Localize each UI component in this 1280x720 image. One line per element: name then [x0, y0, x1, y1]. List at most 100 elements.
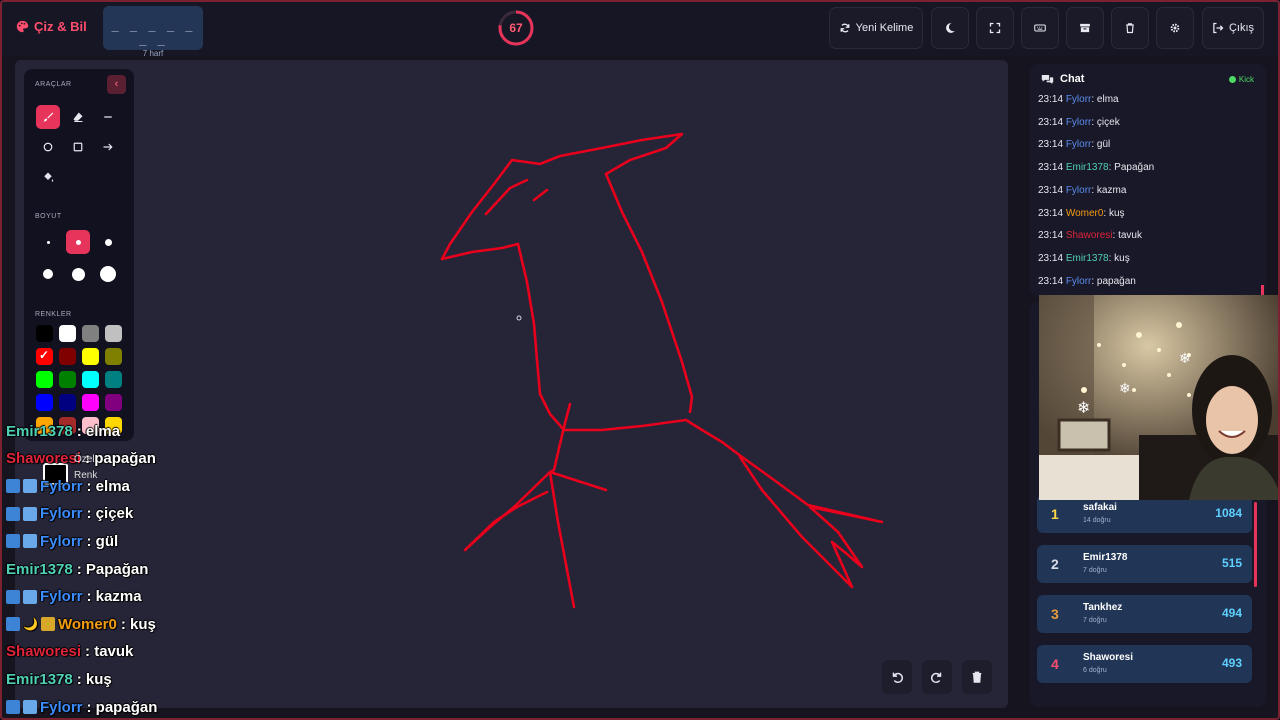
size-l[interactable] [36, 262, 60, 286]
color-swatch[interactable] [82, 325, 99, 342]
chat-message: 23:14 Fylorr: elma [1038, 94, 1119, 105]
overlay-message: : tavuk [85, 643, 134, 661]
player-score: 494 [1221, 606, 1242, 620]
user-badge-icon [23, 506, 37, 521]
overlay-username: Fylorr [40, 505, 83, 523]
user-badge-icon [6, 589, 20, 604]
chat-time: 23:14 [1038, 230, 1064, 242]
color-swatch[interactable] [59, 325, 76, 342]
user-badge-icon [6, 617, 20, 632]
user-badge-icon [6, 506, 20, 521]
color-swatch[interactable] [36, 371, 53, 388]
stroke-foot-front [463, 470, 552, 552]
expand-icon [989, 22, 1001, 34]
color-swatch[interactable] [82, 348, 99, 365]
correct-count: 14 doğru [1083, 517, 1111, 524]
rank-number: 4 [1051, 656, 1059, 672]
leaderboard-row: 1 safakai 14 doğru 1084 [1037, 495, 1252, 533]
drawing-canvas[interactable] [15, 60, 1008, 708]
player-name: Emir1378 [1083, 552, 1128, 563]
chat-text: : kuş [1103, 207, 1125, 219]
chat-panel: Chat Kick 23:14 Fylorr: elma 23:14 Fylorr… [1030, 64, 1266, 296]
bird-drawing[interactable] [15, 60, 1008, 708]
webcam-image: ❄ ❄ ❄ [1039, 295, 1278, 500]
color-swatch[interactable] [105, 325, 122, 342]
redo-icon [930, 672, 942, 683]
clear-canvas-button[interactable] [962, 660, 992, 694]
undo-button[interactable] [882, 660, 912, 694]
stroke-tail [736, 452, 884, 589]
color-swatch[interactable] [59, 371, 76, 388]
chat-text: : kuş [1108, 252, 1130, 264]
line-tool[interactable] [96, 105, 120, 129]
color-swatch[interactable] [36, 325, 53, 342]
overlay-username: Emir1378 [6, 422, 73, 440]
redo-button[interactable] [922, 660, 952, 694]
color-swatch[interactable] [82, 371, 99, 388]
rank-number: 3 [1051, 606, 1059, 622]
player-name: Shaworesi [1083, 652, 1134, 663]
new-word-button[interactable]: Yeni Kelime [829, 7, 923, 49]
snowflake-icon: ❄ [1077, 398, 1090, 417]
exit-button[interactable]: Çıkış [1202, 7, 1264, 49]
color-swatch[interactable] [59, 348, 76, 365]
size-m[interactable] [96, 230, 120, 254]
chat-username: Womer0 [1065, 207, 1104, 219]
size-xl[interactable] [66, 262, 90, 286]
settings-button[interactable] [1156, 7, 1194, 49]
webcam-feed: ❄ ❄ ❄ [1039, 295, 1278, 500]
theme-toggle-button[interactable] [931, 7, 969, 49]
delete-button[interactable] [1111, 7, 1149, 49]
overlay-message: : kazma [86, 588, 142, 606]
user-badge-icon [6, 700, 20, 714]
overlay-chat-line: Fylorr: gül [6, 528, 118, 554]
gear-icon [1170, 23, 1180, 33]
fill-tool[interactable] [36, 165, 60, 189]
color-swatch[interactable] [105, 348, 122, 365]
archive-button[interactable] [1066, 7, 1104, 49]
rectangle-tool[interactable] [66, 135, 90, 159]
keyboard-button[interactable] [1021, 7, 1059, 49]
color-swatch[interactable] [36, 348, 53, 365]
user-badge-icon [23, 700, 37, 714]
correct-count: 6 doğru [1083, 667, 1107, 674]
chat-message: 23:14 Emir1378: kuş [1038, 253, 1130, 264]
circle-tool[interactable] [36, 135, 60, 159]
moon-icon [946, 23, 955, 33]
color-swatch[interactable] [105, 394, 122, 411]
size-s[interactable] [66, 230, 90, 254]
fullscreen-button[interactable] [976, 7, 1014, 49]
eraser-tool[interactable] [66, 105, 90, 129]
color-swatch[interactable] [36, 394, 53, 411]
color-swatch[interactable] [105, 371, 122, 388]
chat-message: 23:14 Shaworesi: tavuk [1038, 230, 1142, 241]
trash-icon [1126, 23, 1134, 34]
chat-text: : tavuk [1112, 230, 1142, 242]
custom-color-sublabel: Renk [74, 470, 98, 481]
chat-username: Fylorr [1065, 94, 1092, 105]
square-icon [73, 142, 83, 152]
color-swatch[interactable] [82, 394, 99, 411]
eraser-icon [73, 112, 83, 123]
status-dot-icon [1228, 76, 1236, 83]
arrow-tool[interactable] [96, 135, 120, 159]
chat-time: 23:14 [1038, 184, 1064, 196]
stroke-leg-line [558, 402, 572, 446]
brush-tool[interactable] [36, 105, 60, 129]
leaderboard-scrollbar[interactable] [1254, 502, 1257, 587]
color-swatch[interactable] [59, 394, 76, 411]
overlay-chat-line: Fylorr: papağan [6, 694, 157, 718]
chat-header: Chat [1041, 73, 1084, 85]
comments-icon [1041, 74, 1054, 84]
size-xs[interactable] [36, 230, 60, 254]
player-score: 515 [1221, 556, 1242, 570]
overlay-message: : elma [76, 422, 121, 440]
player-name: safakai [1083, 502, 1117, 513]
chat-time: 23:14 [1038, 207, 1064, 219]
chat-text: : kazma [1091, 184, 1127, 196]
size-section-label: BOYUT [35, 213, 62, 220]
overlay-chat-line: 🌙 Womer0: kuş [6, 611, 156, 637]
chat-message: 23:14 Fylorr: kazma [1038, 185, 1126, 196]
size-xxl[interactable] [96, 262, 120, 286]
collapse-panel-button[interactable]: ‹ [107, 75, 126, 94]
